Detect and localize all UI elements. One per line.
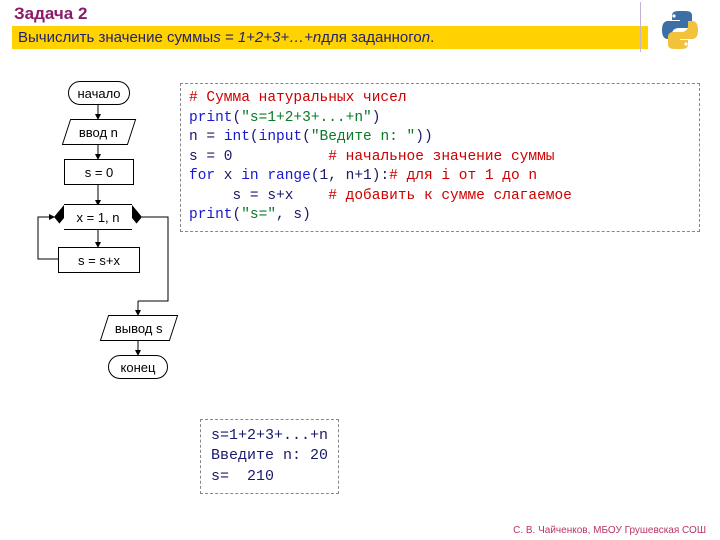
task-prefix: Вычислить значение суммы [18, 29, 213, 46]
flow-start: начало [68, 81, 130, 105]
footer-credit: С. В. Чайченков, МБОУ Грушевская СОШ [513, 525, 706, 536]
task-statement: Вычислить значение суммы s = 1+2+3+…+n д… [12, 26, 648, 49]
code-listing: # Сумма натуральных чисел print("s=1+2+3… [180, 83, 700, 232]
flowchart: начало ввод n s = 0 x = 1, n s = s+x выв… [8, 79, 188, 429]
flow-init: s = 0 [64, 159, 134, 185]
task-n: n [422, 29, 430, 46]
flow-body: s = s+x [58, 247, 140, 273]
python-logo-icon [658, 8, 702, 55]
flow-output: вывод s [100, 315, 178, 341]
task-formula: s = 1+2+3+…+n [213, 29, 321, 46]
flow-end: конец [108, 355, 168, 379]
flow-loop: x = 1, n [54, 205, 142, 229]
flow-input: ввод n [62, 119, 136, 145]
page-title: Задача 2 [14, 4, 87, 24]
vertical-divider [640, 2, 641, 52]
task-tail: . [430, 29, 434, 46]
program-output: s=1+2+3+...+n Введите n: 20 s= 210 [200, 419, 339, 494]
task-suffix: для заданного [321, 29, 422, 46]
